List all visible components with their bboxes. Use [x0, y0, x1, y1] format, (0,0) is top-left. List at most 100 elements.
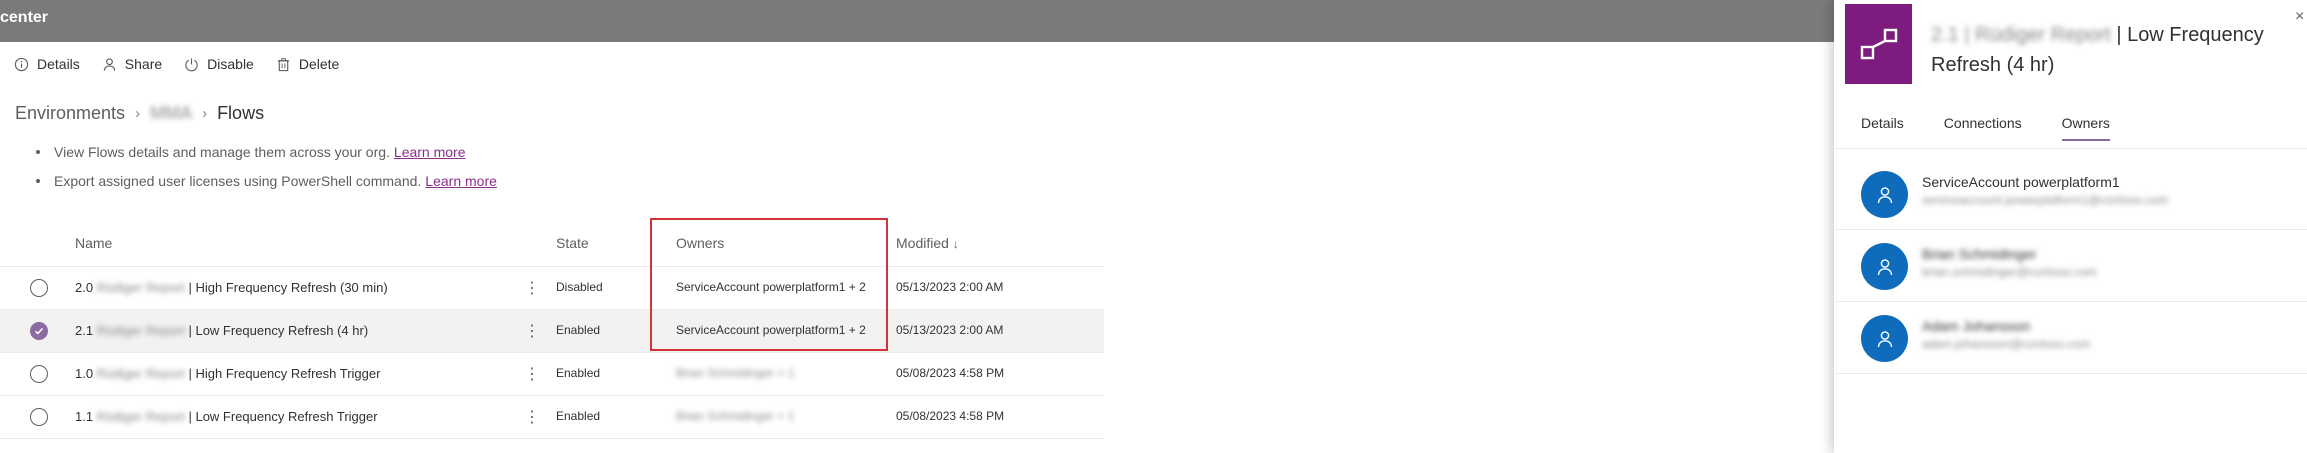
flow-modified: 05/13/2023 2:00 AM	[896, 280, 1004, 294]
breadcrumb-environments[interactable]: Environments	[15, 103, 125, 124]
person-icon	[1877, 186, 1892, 203]
row-select-radio[interactable]	[30, 322, 48, 340]
share-button[interactable]: Share	[102, 56, 162, 72]
flow-name[interactable]: 1.0 Rüdiger Report | High Frequency Refr…	[75, 366, 380, 381]
row-select-radio[interactable]	[30, 279, 48, 297]
person-icon	[103, 57, 116, 71]
more-options-icon[interactable]: ⋮	[524, 364, 540, 384]
owner-email: serviceaccount.powerplatform1@contoso.co…	[1922, 193, 2169, 207]
table-row[interactable]: 1.1 Rüdiger Report | Low Frequency Refre…	[0, 396, 1104, 439]
row-select-radio[interactable]	[30, 365, 48, 383]
learn-more-link[interactable]: Learn more	[394, 144, 466, 160]
disable-button[interactable]: Disable	[184, 56, 254, 72]
avatar	[1861, 243, 1908, 290]
flow-version: 2.0	[75, 280, 94, 295]
command-bar: Details Share Disable Delete	[0, 42, 1834, 86]
table-header: Name State Owners Modified ↓	[0, 220, 1104, 267]
panel-tabs: Details Connections Owners	[1861, 115, 2150, 141]
flow-report-name: Rüdiger Report	[96, 366, 185, 381]
info-text: Export assigned user licenses using Powe…	[54, 173, 422, 189]
more-options-icon[interactable]: ⋮	[524, 407, 540, 427]
flow-modified: 05/13/2023 2:00 AM	[896, 323, 1004, 337]
flow-state: Enabled	[556, 409, 601, 423]
owner-item[interactable]: Brian Schmidinger brian.schmidinger@cont…	[1834, 231, 2307, 302]
info-item: Export assigned user licenses using Powe…	[36, 172, 497, 201]
flow-name[interactable]: 2.1 Rüdiger Report | Low Frequency Refre…	[75, 323, 368, 338]
breadcrumb: Environments › MMA › Flows	[15, 103, 264, 124]
flow-state: Enabled	[556, 323, 601, 337]
delete-label: Delete	[298, 56, 340, 72]
info-icon	[14, 57, 29, 71]
info-item: View Flows details and manage them acros…	[36, 143, 497, 172]
flow-report-name: Rüdiger Report	[96, 280, 185, 295]
flow-name[interactable]: 2.0 Rüdiger Report | High Frequency Refr…	[75, 280, 388, 295]
flow-modified: 05/08/2023 4:58 PM	[896, 366, 1005, 380]
flow-title: | Low Frequency Refresh Trigger	[188, 409, 378, 424]
owner-name: Adam Johansson	[1922, 318, 2031, 334]
flow-owners: Brian Schmidinger + 1	[676, 409, 795, 423]
flow-icon	[1845, 4, 1912, 84]
column-header-modified[interactable]: Modified ↓	[896, 235, 959, 251]
owner-email: brian.schmidinger@contoso.com	[1922, 265, 2097, 279]
flow-state: Enabled	[556, 366, 601, 380]
flow-report-name: Rüdiger Report	[96, 409, 185, 424]
share-label: Share	[124, 56, 163, 72]
tabs-divider	[1834, 148, 2307, 149]
table-row[interactable]: 1.0 Rüdiger Report | High Frequency Refr…	[0, 353, 1104, 396]
column-header-name[interactable]: Name	[75, 235, 112, 251]
checkmark-icon	[34, 327, 44, 335]
table-row[interactable]: 2.1 Rüdiger Report | Low Frequency Refre…	[0, 310, 1104, 353]
flow-version: 2.1	[75, 323, 94, 338]
chevron-right-icon: ›	[135, 105, 141, 122]
learn-more-link[interactable]: Learn more	[425, 173, 497, 189]
owner-item[interactable]: Adam Johansson adam.johansson@contoso.co…	[1834, 303, 2307, 374]
flow-report-name: Rüdiger Report	[96, 323, 185, 338]
owner-name: ServiceAccount powerplatform1	[1922, 174, 2120, 190]
delete-button[interactable]: Delete	[276, 56, 339, 72]
panel-title-report: 2.1 | Rüdiger Report	[1931, 24, 2111, 46]
panel-title-line2: Refresh (4 hr)	[1931, 54, 2055, 76]
breadcrumb-environment-name[interactable]: MMA	[150, 103, 192, 124]
flow-name[interactable]: 1.1 Rüdiger Report | Low Frequency Refre…	[75, 409, 378, 424]
flow-connector-icon	[1860, 28, 1897, 60]
tab-connections[interactable]: Connections	[1944, 115, 2022, 141]
table-row[interactable]: 2.0 Rüdiger Report | High Frequency Refr…	[0, 267, 1104, 310]
trash-icon	[277, 57, 289, 71]
avatar	[1861, 315, 1908, 362]
more-options-icon[interactable]: ⋮	[524, 321, 540, 341]
person-icon	[1877, 330, 1892, 347]
tab-details[interactable]: Details	[1861, 115, 1904, 141]
owner-item[interactable]: ServiceAccount powerplatform1 serviceacc…	[1834, 159, 2307, 230]
flow-title: | High Frequency Refresh (30 min)	[188, 280, 388, 295]
column-header-state[interactable]: State	[556, 235, 589, 251]
top-header: center	[0, 0, 1834, 42]
app-title: center	[0, 9, 49, 26]
info-list: View Flows details and manage them acros…	[36, 143, 497, 201]
flow-version: 1.1	[75, 409, 94, 424]
flow-title: | Low Frequency Refresh (4 hr)	[188, 323, 369, 338]
owner-email: adam.johansson@contoso.com	[1922, 337, 2091, 351]
owners-column-highlight	[650, 218, 888, 351]
details-button[interactable]: Details	[14, 56, 80, 72]
flow-owners: Brian Schmidinger + 1	[676, 366, 795, 380]
breadcrumb-flows: Flows	[217, 103, 265, 123]
panel-title: 2.1 | Rüdiger Report | Low Frequency Ref…	[1931, 20, 2291, 80]
modified-label: Modified	[896, 235, 949, 251]
tab-owners[interactable]: Owners	[2061, 115, 2111, 141]
panel-title-line1: | Low Frequency	[2116, 24, 2264, 46]
more-options-icon[interactable]: ⋮	[524, 278, 540, 298]
flow-title: | High Frequency Refresh Trigger	[188, 366, 381, 381]
info-text: View Flows details and manage them acros…	[54, 144, 390, 160]
flow-version: 1.0	[75, 366, 94, 381]
flow-state: Disabled	[556, 280, 603, 294]
flow-details-panel: 2.1 | Rüdiger Report | Low Frequency Ref…	[1834, 0, 2307, 453]
avatar	[1861, 171, 1908, 218]
chevron-right-icon: ›	[202, 105, 208, 122]
row-select-radio[interactable]	[30, 408, 48, 426]
details-label: Details	[37, 56, 80, 72]
flows-table: Name State Owners Modified ↓ 2.0 Rüdiger…	[0, 220, 1104, 439]
disable-label: Disable	[207, 56, 254, 72]
sort-descending-icon: ↓	[952, 237, 959, 251]
close-icon[interactable]: ×	[2295, 8, 2304, 26]
person-icon	[1877, 258, 1892, 275]
